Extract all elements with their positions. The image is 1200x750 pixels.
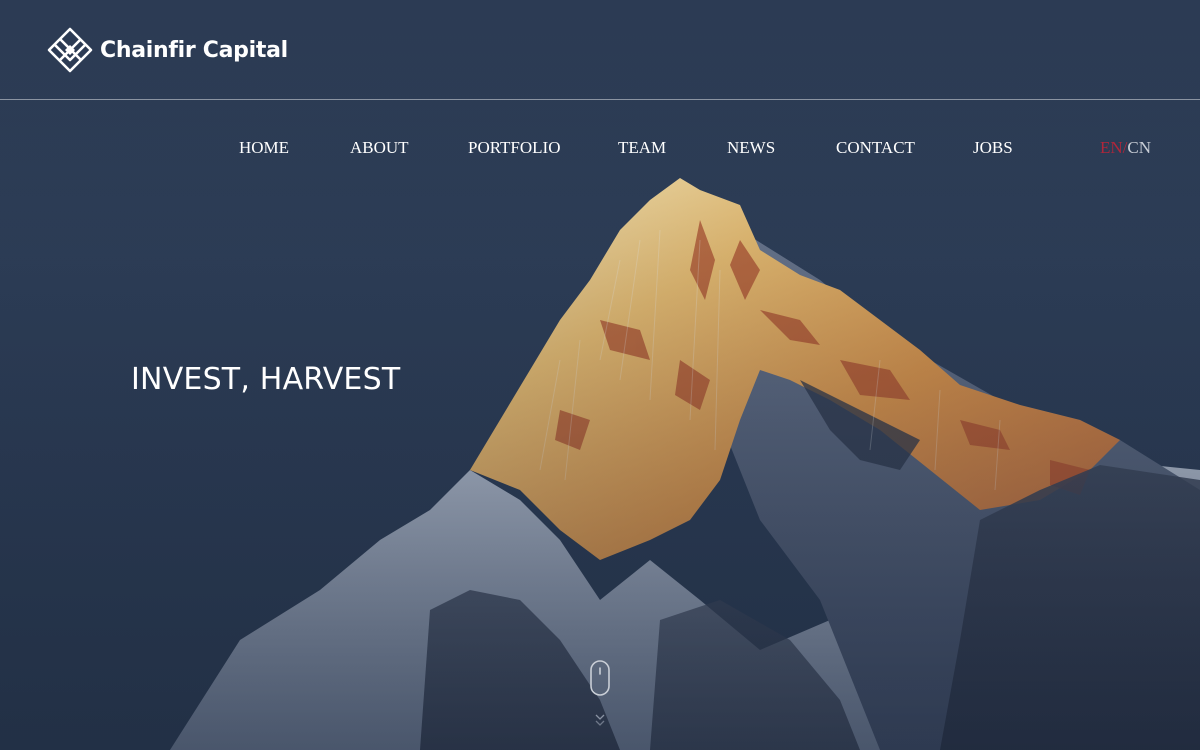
nav-item-team[interactable]: TEAM — [618, 138, 666, 158]
nav-item-portfolio[interactable]: PORTFOLIO — [468, 138, 561, 158]
nav-item-news[interactable]: NEWS — [727, 138, 775, 158]
brand-logo[interactable]: Chainfir Capital — [46, 26, 288, 74]
mouse-scroll-icon[interactable] — [589, 659, 611, 729]
nav-item-about[interactable]: ABOUT — [350, 138, 409, 158]
nav-item-contact[interactable]: CONTACT — [836, 138, 915, 158]
main-nav: HOME ABOUT PORTFOLIO TEAM NEWS CONTACT J… — [0, 138, 1200, 162]
language-switcher: EN/CN — [1100, 138, 1151, 158]
language-en-link[interactable]: EN — [1100, 138, 1123, 157]
language-cn-link[interactable]: CN — [1127, 138, 1151, 157]
diamond-lattice-logo-icon — [47, 27, 93, 73]
nav-item-jobs[interactable]: JOBS — [973, 138, 1013, 158]
brand-name: Chainfir Capital — [100, 37, 288, 63]
hero-section: Chainfir Capital HOME ABOUT PORTFOLIO TE… — [0, 0, 1200, 750]
site-header: Chainfir Capital — [0, 0, 1200, 100]
hero-title: INVEST, HARVEST — [131, 362, 401, 397]
nav-item-home[interactable]: HOME — [239, 138, 289, 158]
